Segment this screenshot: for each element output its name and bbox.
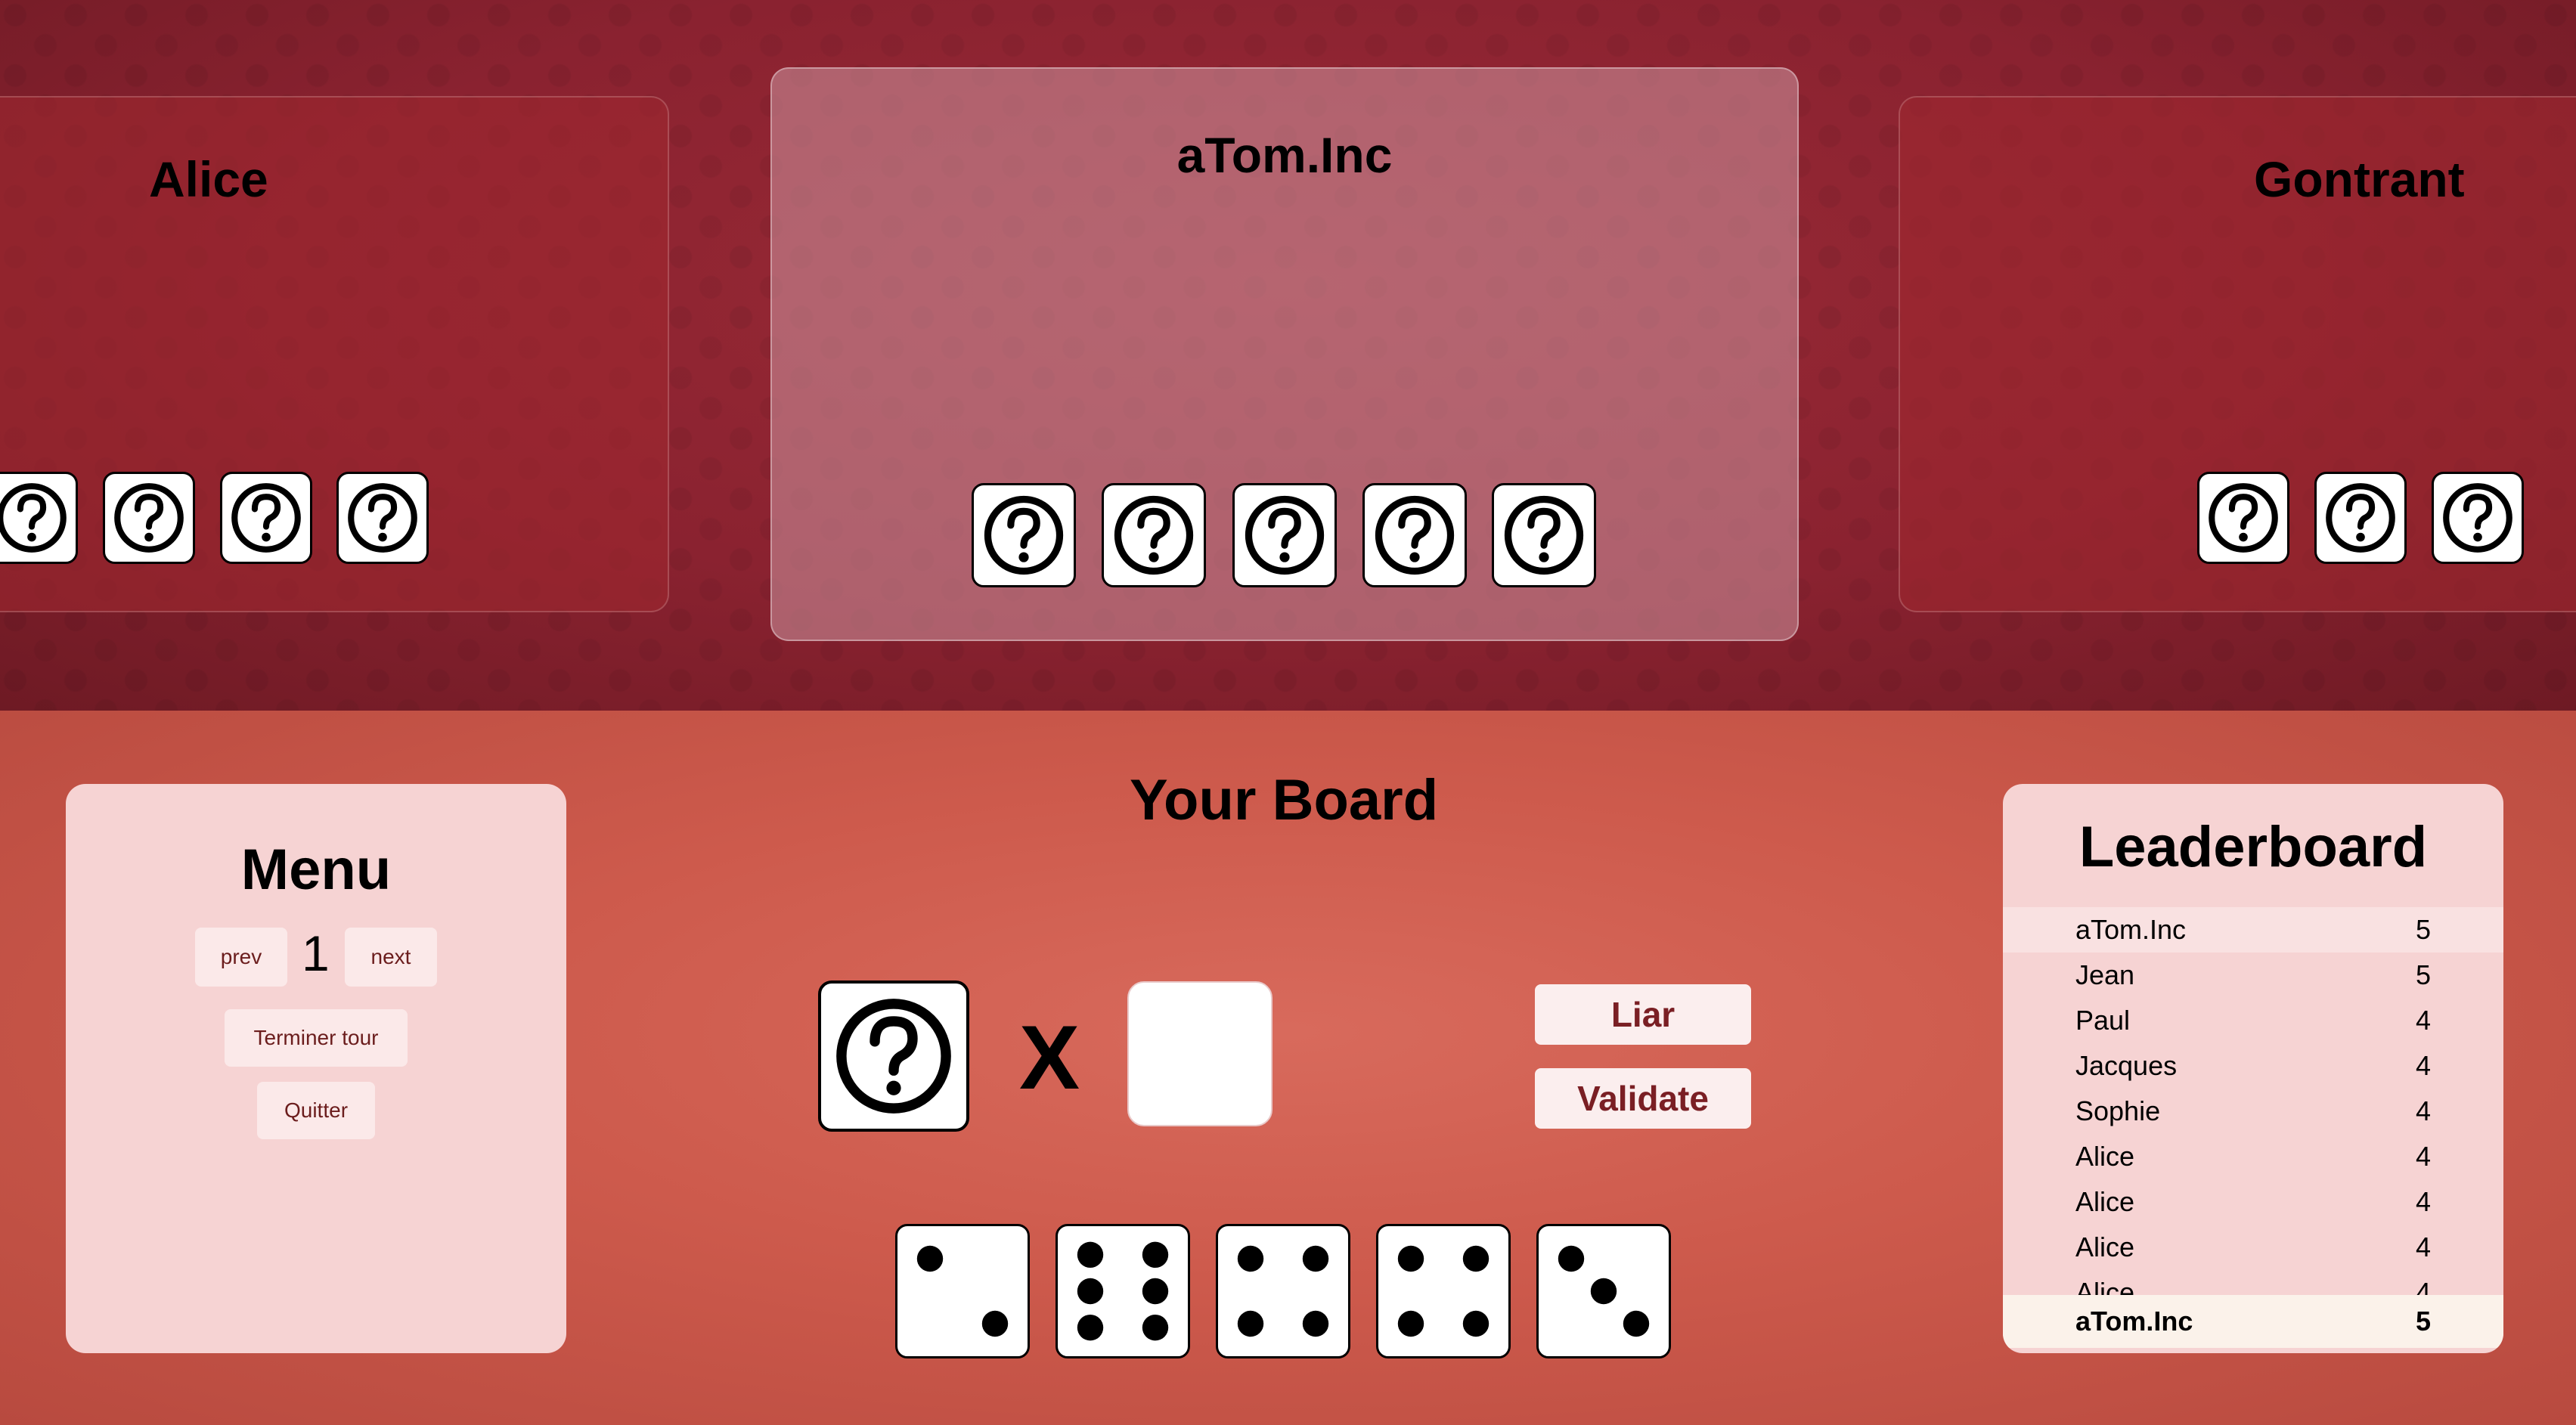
leaderboard-row: Alice 4 [2003, 1225, 2503, 1270]
leaderboard-score: 4 [2415, 1095, 2431, 1126]
leaderboard-score: 4 [2415, 1231, 2431, 1262]
next-button[interactable]: next [345, 928, 437, 987]
leaderboard-name: Jacques [2075, 1050, 2178, 1081]
leaderboard-name: aTom.Inc [2075, 914, 2187, 945]
hidden-die-icon [1362, 483, 1467, 587]
opponent-name: Alice [149, 151, 268, 207]
leaderboard-score: 4 [2415, 1005, 2431, 1036]
end-turn-button[interactable]: Terminer tour [225, 1009, 408, 1067]
validate-button[interactable]: Validate [1535, 1068, 1751, 1129]
multiply-symbol: X [1019, 1007, 1080, 1108]
player-die[interactable] [1536, 1224, 1671, 1358]
page-number: 1 [302, 925, 330, 981]
leaderboard-row: Alice 4 [2003, 1179, 2503, 1225]
opponent-panel-left: Alice [0, 96, 669, 612]
leaderboard-row: aTom.Inc 5 [2003, 907, 2503, 953]
leaderboard-name: Paul [2075, 1005, 2131, 1036]
board-title: Your Board [1130, 768, 1439, 832]
leaderboard-score: 5 [2415, 959, 2431, 990]
leaderboard-score: 4 [2415, 1141, 2431, 1172]
leaderboard-score: 5 [2415, 1306, 2431, 1337]
bid-quantity-die[interactable] [818, 980, 969, 1132]
leaderboard-list[interactable]: aTom.Inc 5 Jean 5 Paul 4 Jacques 4 Sophie 4 Alice 4… [2003, 907, 2503, 1329]
hidden-die-icon [0, 472, 78, 564]
hidden-die-icon [1102, 483, 1206, 587]
quit-button[interactable]: Quitter [257, 1082, 375, 1139]
leaderboard-score: 4 [2415, 1186, 2431, 1217]
hidden-die-icon [2432, 472, 2524, 564]
liar-button[interactable]: Liar [1535, 984, 1751, 1045]
opponent-name: Gontrant [2254, 151, 2465, 207]
leaderboard-score: 5 [2415, 914, 2431, 945]
prev-button[interactable]: prev [195, 928, 287, 987]
hidden-die-icon [220, 472, 312, 564]
leaderboard-row: Jean 5 [2003, 953, 2503, 998]
menu-panel: Menu prev 1 next Terminer tour Quitter [66, 784, 566, 1353]
leaderboard-name: aTom.Inc [2075, 1306, 2193, 1337]
leaderboard-panel: Leaderboard aTom.Inc 5 Jean 5 Paul 4 Jacques 4 S… [2003, 784, 2503, 1353]
player-die[interactable] [895, 1224, 1030, 1358]
player-die[interactable] [1216, 1224, 1350, 1358]
leaderboard-row: Alice 4 [2003, 1134, 2503, 1179]
bid-face-slot[interactable] [1127, 981, 1273, 1126]
hidden-die-icon [2314, 472, 2407, 564]
leaderboard-name: Jean [2075, 959, 2135, 990]
player-die[interactable] [1056, 1224, 1190, 1358]
hidden-die-icon [2197, 472, 2289, 564]
player-die[interactable] [1376, 1224, 1511, 1358]
leaderboard-row: Sophie 4 [2003, 1089, 2503, 1134]
leaderboard-row: Paul 4 [2003, 998, 2503, 1043]
hidden-die-icon [972, 483, 1076, 587]
leaderboard-current-user: aTom.Inc 5 [2003, 1295, 2503, 1348]
leaderboard-name: Alice [2075, 1231, 2135, 1262]
leaderboard-score: 4 [2415, 1050, 2431, 1081]
opponent-name: aTom.Inc [1176, 127, 1393, 183]
hidden-die-icon [103, 472, 195, 564]
leaderboard-name: Alice [2075, 1186, 2135, 1217]
leaderboard-name: Sophie [2075, 1095, 2161, 1126]
menu-title: Menu [240, 838, 392, 902]
leaderboard-name: Alice [2075, 1141, 2135, 1172]
hidden-die-icon [1232, 483, 1337, 587]
hidden-die-icon [336, 472, 429, 564]
hidden-die-icon [1492, 483, 1596, 587]
leaderboard-row: Jacques 4 [2003, 1043, 2503, 1089]
leaderboard-title: Leaderboard [2078, 815, 2428, 879]
